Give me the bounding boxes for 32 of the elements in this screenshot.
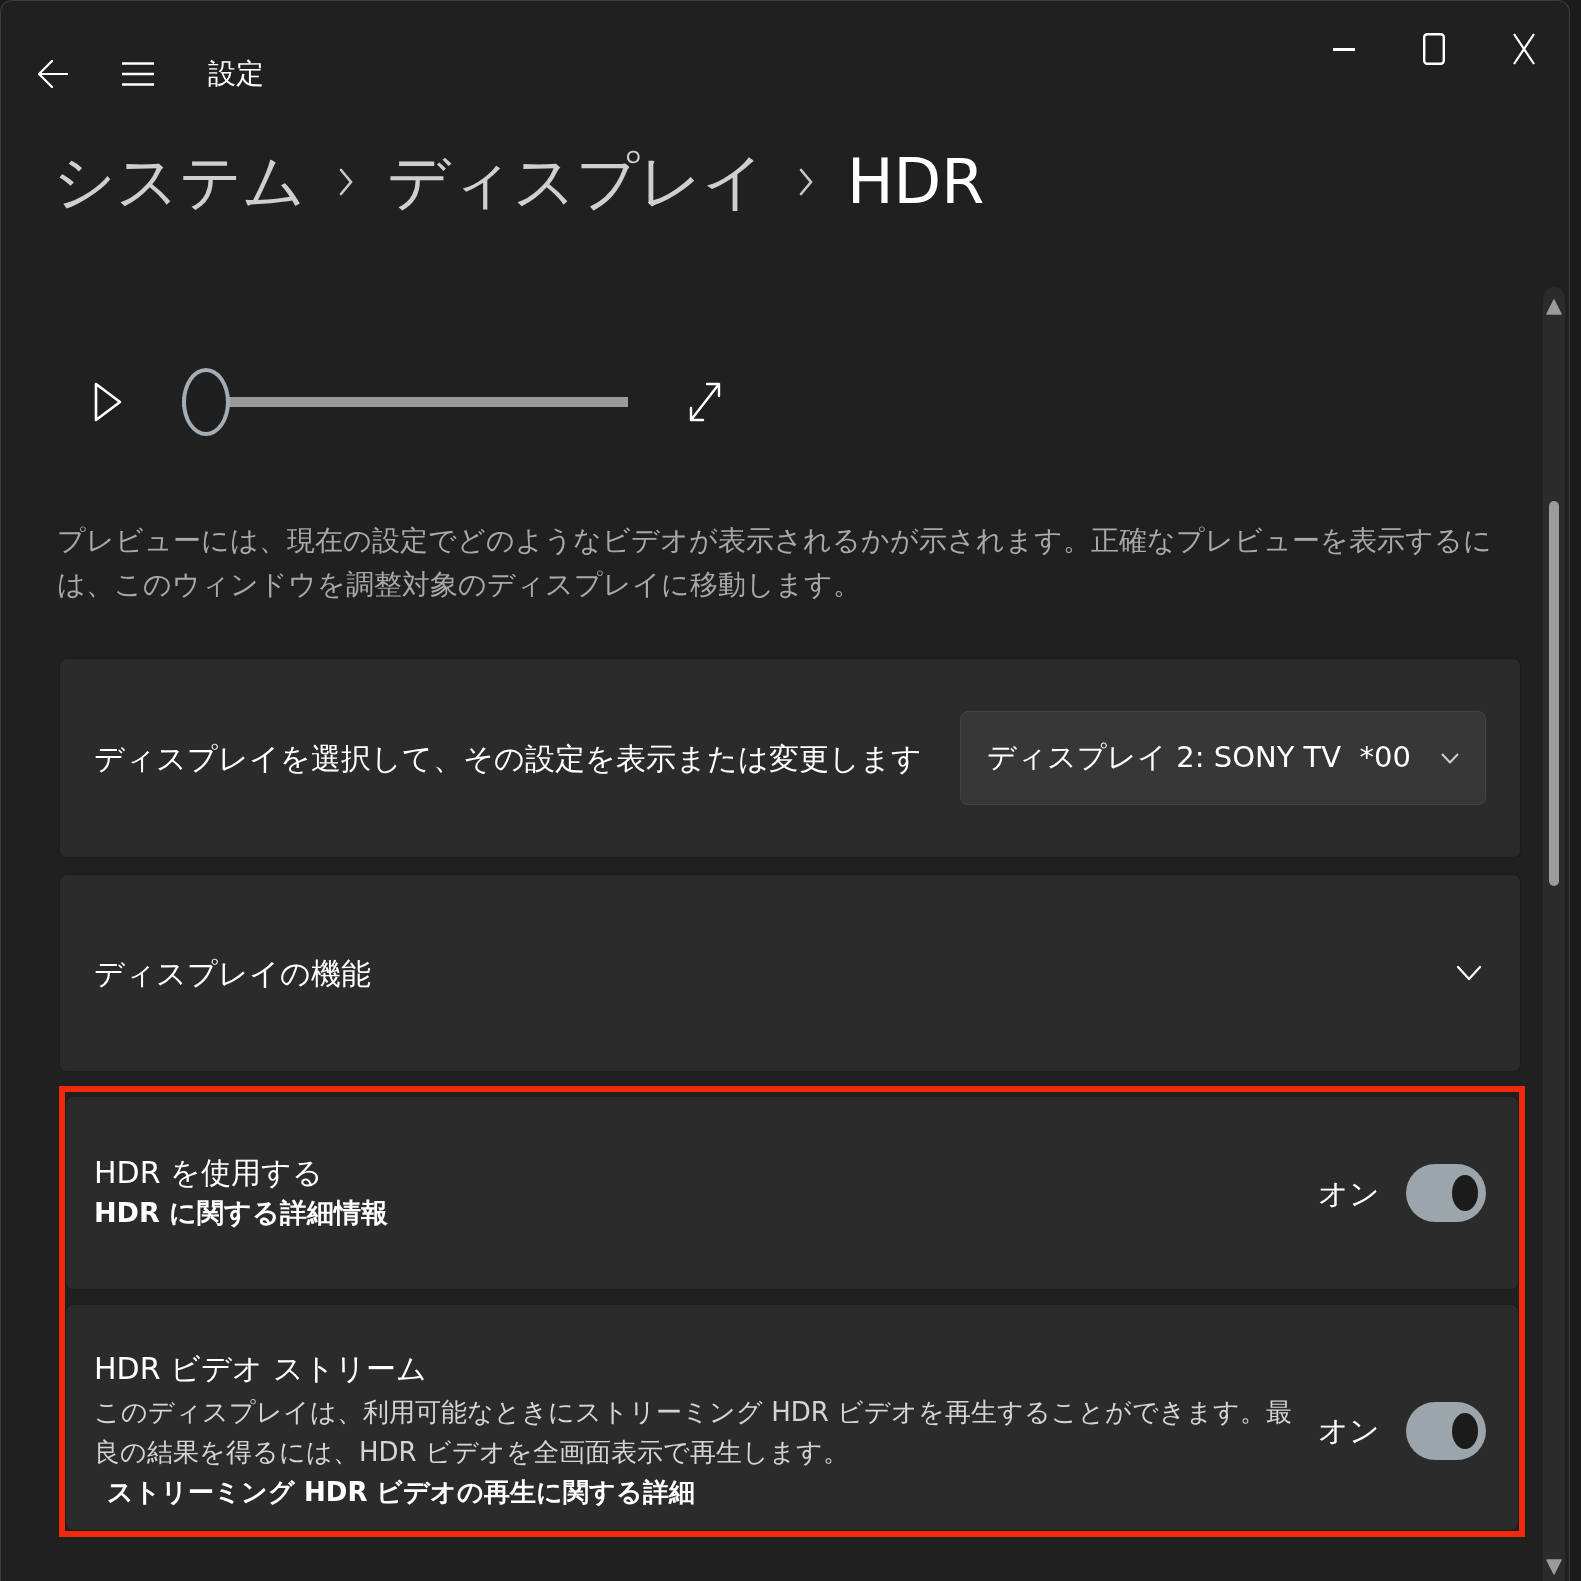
scroll-up-icon[interactable] [1546,299,1562,315]
expand-arrows-icon[interactable] [688,380,722,423]
setting-label: ディスプレイを選択して、その設定を表示または変更します [94,739,922,778]
toggle-switch[interactable] [1406,1164,1486,1223]
learn-more-link[interactable]: ストリーミング HDR ビデオの再生に関する詳細 [107,1477,696,1508]
setting-description: このディスプレイは、利用可能なときにストリーミング HDR ビデオを再生することができます。最良の結果を得るには、HDR ビデオを全画面表示で再生します。 ストリーミング HDR ビデオの再生に関する詳細 [94,1395,1294,1510]
setting-title: HDR ビデオ ストリーム [94,1350,428,1389]
minimize-icon [1333,47,1355,51]
maximize-icon [1423,33,1445,65]
window-title: 設定 [208,57,264,91]
chevron-down-icon[interactable] [1456,965,1482,982]
scrollbar-thumb[interactable] [1549,501,1559,886]
learn-more-link[interactable]: HDR に関する詳細情報 [94,1193,389,1234]
preview-description: プレビューには、現在の設定でどのようなビデオが表示されるかが示されます。正確なプレビューを表示するには、このウィンドウを調整対象のディスプレイに移動します。 [56,522,1493,604]
setting-title: HDR を使用する [94,1153,325,1192]
page-title: HDR [847,144,985,220]
menu-icon[interactable] [122,62,154,86]
display-dropdown[interactable]: ディスプレイ 2: SONY TV *00 [960,711,1486,806]
chevron-right-icon [799,167,813,196]
toggle-state-label: オン [1318,1174,1380,1213]
play-icon[interactable] [94,381,122,422]
breadcrumb-link[interactable]: ディスプレイ [387,143,765,221]
toggle-switch[interactable] [1406,1401,1486,1460]
scroll-down-icon[interactable] [1546,1559,1562,1575]
close-icon [1513,33,1535,65]
back-arrow-icon[interactable] [38,60,68,88]
toggle-state-label: オン [1318,1412,1380,1451]
chevron-right-icon [339,167,353,196]
scrollbar-track[interactable] [1543,287,1565,1581]
setting-label: ディスプレイの機能 [94,954,371,993]
caret-icon [1441,752,1459,764]
breadcrumb-link[interactable]: システム [53,143,305,221]
